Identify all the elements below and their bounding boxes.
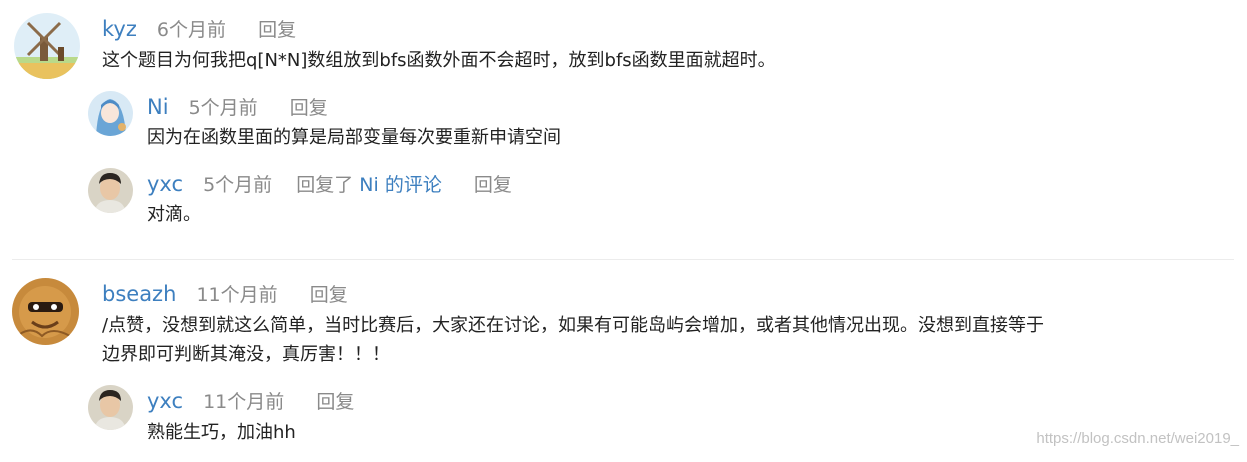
reply-text: 熟能生巧，加油hh: [147, 422, 296, 443]
comment-text-line-1: /点赞，没想到就这么简单，当时比赛后，大家还在讨论，如果有可能岛屿会增加，或者其…: [102, 315, 1045, 336]
author-link[interactable]: bseazh: [102, 282, 176, 306]
reply-button[interactable]: 回复: [316, 391, 354, 413]
comment-meta: bseazh 11个月前 回复: [102, 282, 348, 307]
raccoon-avatar-icon[interactable]: [12, 278, 79, 345]
watermark: https://blog.csdn.net/wei2019_: [1036, 430, 1239, 447]
timestamp: 11个月前: [196, 284, 278, 306]
comment-bseazh: bseazh 11个月前 回复 /点赞，没想到就这么简单，当时比赛后，大家还在讨…: [0, 0, 1247, 462]
reply-button[interactable]: 回复: [310, 284, 348, 306]
timestamp: 11个月前: [203, 391, 285, 413]
comment-text-line-2: 边界即可判断其淹没，真厉害！！！: [102, 344, 390, 365]
reply-meta: yxc 11个月前 回复: [147, 389, 354, 414]
author-link[interactable]: yxc: [147, 389, 183, 413]
person-photo-avatar-icon[interactable]: [88, 385, 133, 430]
